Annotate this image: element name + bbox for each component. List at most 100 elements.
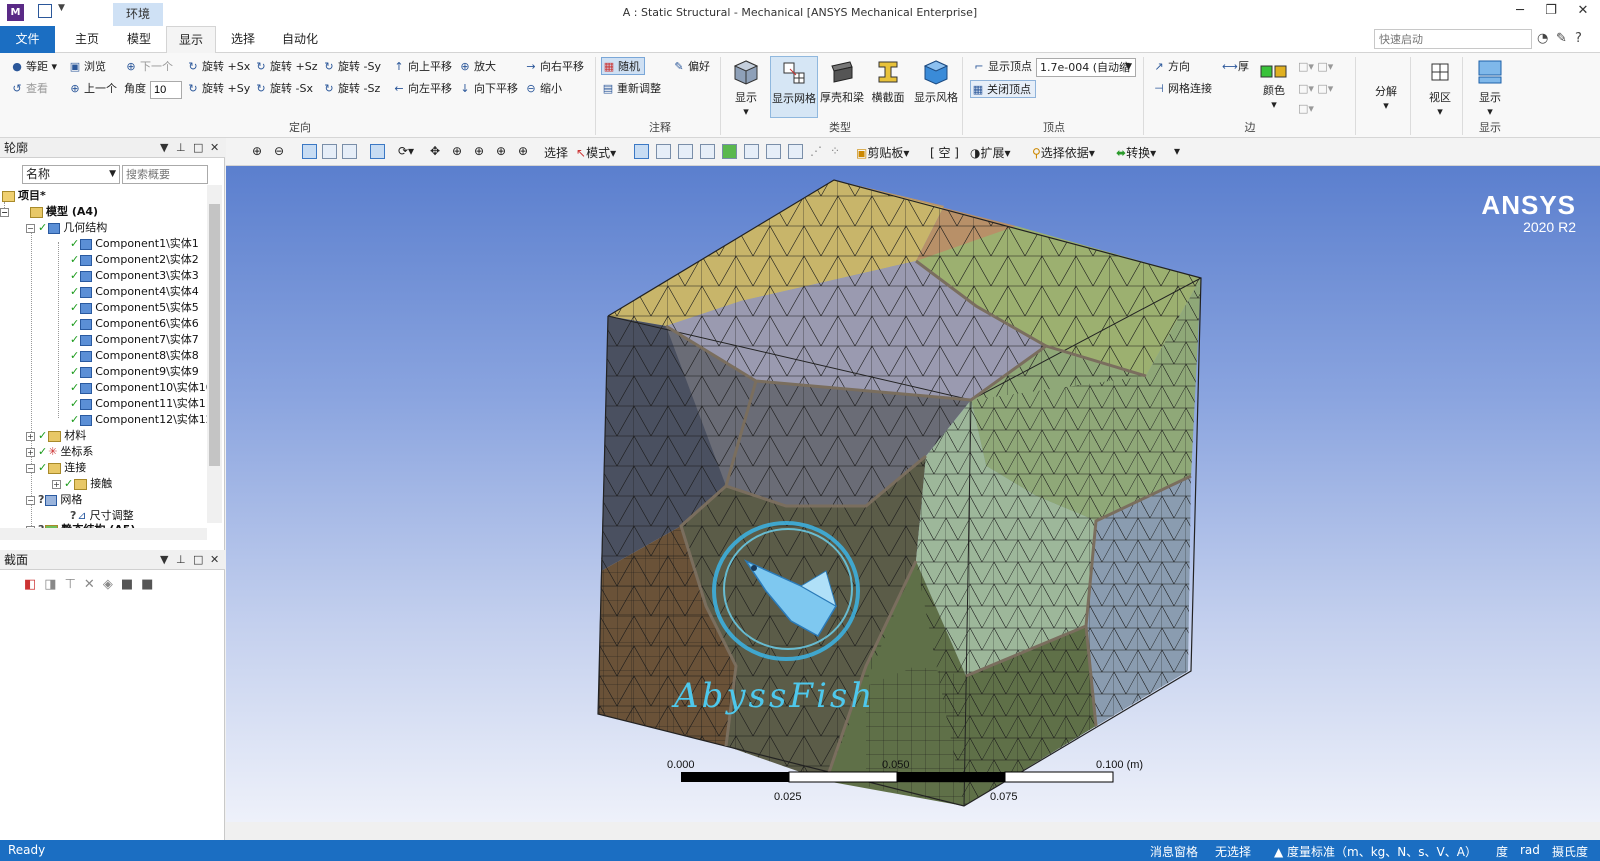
select-node-icon[interactable] xyxy=(722,144,737,159)
edges-view-icon[interactable] xyxy=(342,144,357,159)
next-view-button[interactable]: ⊕ 下一个 xyxy=(124,58,173,76)
pin-icon[interactable]: ⊥ xyxy=(176,138,186,158)
quick-launch-input[interactable] xyxy=(1374,29,1532,49)
panel-menu-icon[interactable]: ▼ xyxy=(160,138,168,158)
expand-icon[interactable]: + xyxy=(52,479,61,489)
tree-component[interactable]: ✓ Component2\实体2 xyxy=(70,252,199,268)
rotate-mz-button[interactable]: ↻ 旋转 -Sz xyxy=(322,80,380,98)
pan-icon[interactable]: ✥ xyxy=(430,144,440,158)
rotate-pz-button[interactable]: ↻ 旋转 +Sz xyxy=(254,58,317,76)
tab-file[interactable]: 文件 xyxy=(0,26,55,53)
rotate-py-button[interactable]: ↻ 旋转 +Sy xyxy=(186,80,250,98)
select-body-icon[interactable] xyxy=(700,144,715,159)
section-cap-icon[interactable]: ◈ xyxy=(103,577,121,592)
angle-unit-status[interactable]: 度 xyxy=(1496,843,1508,860)
vertex-tolerance-select[interactable]: 1.7e-004 (自动缩 ▼ xyxy=(1036,58,1136,77)
graphics-viewport[interactable]: ANSYS 2020 R2 AbyssFish 0.000 0.050 0.10… xyxy=(226,166,1600,822)
tree-component[interactable]: ✓ Component4\实体4 xyxy=(70,284,199,300)
maximize-icon[interactable]: □ xyxy=(193,138,203,158)
select-vertex-icon[interactable] xyxy=(634,144,649,159)
close-button[interactable]: ✕ xyxy=(1568,3,1598,23)
extend-select-icon[interactable]: ⋰ xyxy=(810,144,822,158)
zoom-to-fit-icon[interactable]: ⊕ xyxy=(496,144,506,158)
show-vertex-button[interactable]: ⌐ 显示顶点 xyxy=(972,58,1032,76)
tab-selection[interactable]: 选择 xyxy=(218,26,268,53)
display-dropdown-button[interactable]: 显示 ▾ xyxy=(722,56,770,118)
panel-menu-icon[interactable]: ▼ xyxy=(160,550,168,570)
preferences-button[interactable]: ✎ 偏好 xyxy=(672,58,710,76)
tree-component[interactable]: ✓ Component8\实体8 xyxy=(70,348,199,364)
select-by-button[interactable]: ⚲选择依据▾ xyxy=(1032,144,1095,161)
isometric-button[interactable]: ● 等距 ▾ xyxy=(10,58,57,76)
tree-coordinate-systems[interactable]: + ✓✳ 坐标系 xyxy=(26,444,93,460)
rotate-px-button[interactable]: ↻ 旋转 +Sx xyxy=(186,58,250,76)
pan-up-button[interactable]: ↑ 向上平移 xyxy=(392,58,452,76)
select-element-icon[interactable] xyxy=(766,144,781,159)
tree-geometry[interactable]: − ✓ 几何结构 xyxy=(26,220,107,236)
shaded-view-icon[interactable] xyxy=(302,144,317,159)
help-icon[interactable]: ◔ xyxy=(1537,31,1548,46)
temperature-unit-status[interactable]: 摄氏度 xyxy=(1552,843,1588,860)
tree-component[interactable]: ✓ Component12\实体12 xyxy=(70,412,213,428)
name-column-select[interactable]: 名称 ▼ xyxy=(22,165,120,184)
extend-button[interactable]: ◑扩展▾ xyxy=(970,144,1011,161)
edge-option-3[interactable]: □▾ xyxy=(1298,100,1314,118)
help-question-icon[interactable]: ? xyxy=(1575,31,1582,46)
tree-component[interactable]: ✓ Component3\实体3 xyxy=(70,268,199,284)
section-cube-icon[interactable]: ■ xyxy=(121,577,141,592)
select-mesh-icon[interactable] xyxy=(788,144,803,159)
select-element-face-icon[interactable] xyxy=(744,144,759,159)
zoom-fit-icon[interactable]: ⊕ xyxy=(252,144,262,158)
section-delete-icon[interactable]: ✕ xyxy=(84,577,103,592)
wireframe-view-icon[interactable] xyxy=(322,144,337,159)
select-face-icon[interactable] xyxy=(678,144,693,159)
prev-view-button[interactable]: ⊕ 上一个 xyxy=(68,80,117,98)
tab-display[interactable]: 显示 xyxy=(166,26,216,53)
view-history-button[interactable]: ↺ 查看 xyxy=(10,80,48,98)
expand-icon[interactable]: + xyxy=(26,431,35,441)
restore-button[interactable]: ❐ xyxy=(1536,3,1566,23)
section-plane-icon[interactable]: ◧ xyxy=(24,577,44,592)
zoom-out-button[interactable]: ⊖ 缩小 xyxy=(524,80,562,98)
select-box-icon[interactable] xyxy=(370,144,385,159)
explode-button[interactable]: 分解 ▾ xyxy=(1362,83,1410,145)
tree-model[interactable]: − 模型 (A4) xyxy=(0,204,98,220)
pan-down-button[interactable]: ↓ 向下平移 xyxy=(458,80,518,98)
tab-automation[interactable]: 自动化 xyxy=(272,26,328,53)
close-vertex-button[interactable]: ▦ 关闭顶点 xyxy=(970,80,1036,98)
pan-left-button[interactable]: ← 向左平移 xyxy=(392,80,452,98)
tree-component[interactable]: ✓ Component7\实体7 xyxy=(70,332,199,348)
rotation-unit-status[interactable]: rad xyxy=(1520,843,1540,857)
close-icon[interactable]: ✕ xyxy=(210,138,219,158)
toolbar-overflow-icon[interactable]: ▾ xyxy=(1174,144,1180,158)
outline-search-input[interactable] xyxy=(122,165,208,184)
zoom-icon[interactable]: ⊕ xyxy=(452,144,462,158)
magnifier-icon[interactable]: ⊕ xyxy=(518,144,528,158)
collapse-icon[interactable]: − xyxy=(26,223,35,233)
maximize-icon[interactable]: □ xyxy=(193,550,203,570)
zoom-box-icon[interactable]: ⊖ xyxy=(274,144,284,158)
tree-root[interactable]: 项目* xyxy=(2,188,46,204)
messages-pane-button[interactable]: 消息窗格 xyxy=(1150,843,1198,860)
collapse-icon[interactable]: − xyxy=(0,207,9,217)
pin-icon[interactable]: ⊥ xyxy=(176,550,186,570)
tree-component[interactable]: ✓ Component6\实体6 xyxy=(70,316,199,332)
outline-scroll-thumb[interactable] xyxy=(209,204,220,466)
show-mesh-button[interactable]: 显示网格 xyxy=(770,56,818,118)
thick-button[interactable]: ⟷厚 xyxy=(1222,58,1249,76)
select-edge-icon[interactable] xyxy=(656,144,671,159)
section-align-icon[interactable]: ⊤ xyxy=(65,577,84,592)
shell-beam-button[interactable]: 厚壳和梁 xyxy=(818,56,866,118)
tree-contacts[interactable]: + ✓ 接触 xyxy=(52,476,112,492)
clipboard-button[interactable]: ▣剪贴板▾ xyxy=(856,144,909,161)
tree-component[interactable]: ✓ Component11\实体11 xyxy=(70,396,213,412)
tree-component[interactable]: ✓ Component1\实体1 xyxy=(70,236,199,252)
convert-button[interactable]: ⬌转换▾ xyxy=(1116,144,1156,161)
pan-right-button[interactable]: → 向右平移 xyxy=(524,58,584,76)
rotate-my-button[interactable]: ↻ 旋转 -Sy xyxy=(322,58,381,76)
outline-horizontal-scrollbar[interactable] xyxy=(0,528,207,540)
section-more-icon[interactable]: ■ xyxy=(141,577,161,592)
tree-materials[interactable]: + ✓ 材料 xyxy=(26,428,86,444)
collapse-icon[interactable]: − xyxy=(26,463,35,473)
units-status[interactable]: ▲ 度量标准（m、kg、N、s、V、A） xyxy=(1274,843,1477,860)
